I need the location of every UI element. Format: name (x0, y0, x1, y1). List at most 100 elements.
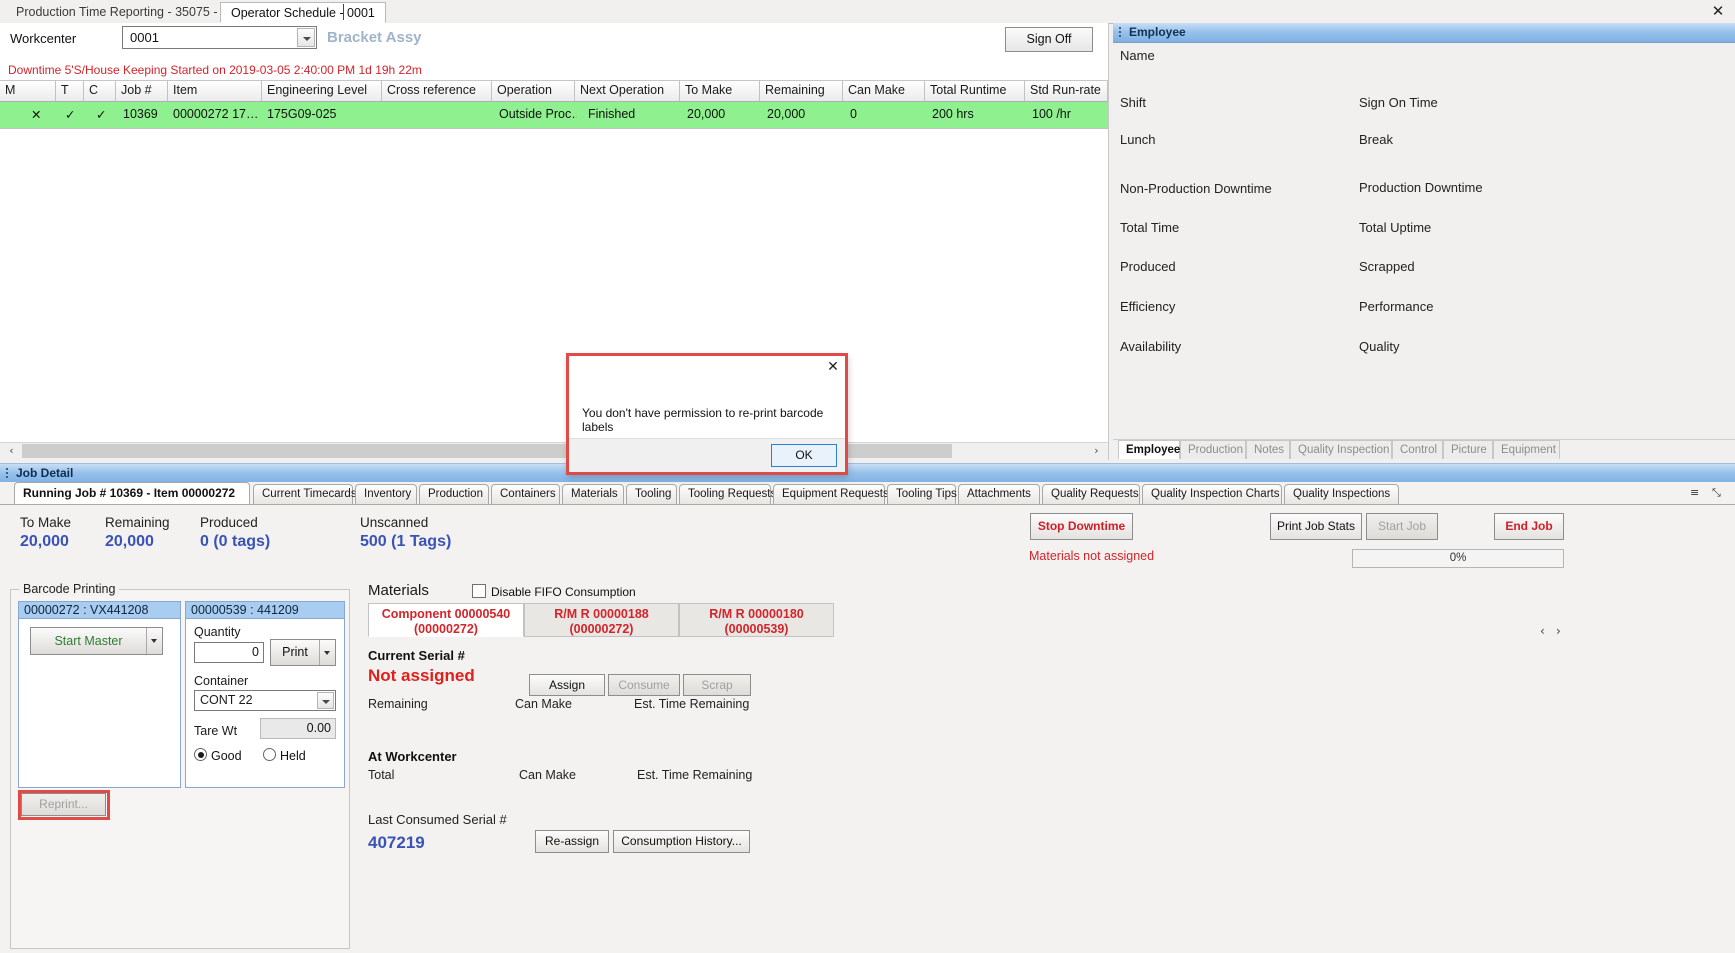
quantity-input[interactable]: 0 (194, 642, 264, 663)
tab-tooling-requests[interactable]: Tooling Requests (679, 484, 776, 504)
cell-remaining: 20,000 (767, 107, 806, 121)
tab-control[interactable]: Control (1392, 440, 1443, 459)
tab-production[interactable]: Production (1180, 440, 1246, 459)
workcenter-description: Bracket Assy (327, 29, 422, 46)
grid-col-cross-reference[interactable]: Cross reference (382, 81, 492, 101)
tab-quality-inspection-charts[interactable]: Quality Inspection Charts (1142, 484, 1282, 504)
tab-employee[interactable]: Employee (1118, 440, 1180, 459)
stat-unscanned: Unscanned 500 (1 Tags) (360, 515, 451, 551)
scroll-left-icon[interactable]: ‹ (3, 444, 20, 458)
consume-button: Consume (608, 674, 680, 696)
employee-field-performance: Performance (1359, 299, 1434, 314)
employee-panel: Employee Name Shift Lunch Non-Production… (1113, 23, 1735, 460)
tab-running-job[interactable]: Running Job # 10369 - Item 00000272 (14, 482, 250, 504)
grid-col-c[interactable]: C (84, 81, 116, 101)
cell-to-make: 20,000 (687, 107, 726, 121)
end-job-button[interactable]: End Job (1494, 513, 1564, 540)
tab-notes[interactable]: Notes (1246, 440, 1290, 459)
window-tabstrip: Production Time Reporting - 35075 - Curr… (0, 0, 1735, 24)
chevron-down-icon[interactable] (319, 640, 335, 665)
tab-expand-icon[interactable]: ⤡ (1712, 486, 1721, 500)
total-label: Total (368, 768, 395, 782)
tab-quality-requests[interactable]: Quality Requests (1042, 484, 1140, 504)
materials-prev-icon[interactable]: ‹ (1540, 624, 1545, 638)
tab-containers[interactable]: Containers (491, 484, 560, 504)
grid-col-to-make[interactable]: To Make (680, 81, 760, 101)
cell-std-run-rate: 100 /hr (1032, 107, 1071, 121)
window-tab-operator-schedule[interactable]: Operator Schedule - 0001 (220, 2, 386, 23)
grid-col-m[interactable]: M (0, 81, 56, 101)
tab-current-timecards[interactable]: Current Timecards (253, 484, 357, 504)
grid-col-std-run-rate[interactable]: Std Run-rate (1025, 81, 1108, 101)
chevron-down-icon[interactable] (317, 692, 334, 709)
materials-tab-rm-00000180[interactable]: R/M R 00000180 (00000539) (679, 603, 834, 637)
disable-fifo-label: Disable FIFO Consumption (491, 585, 636, 599)
employee-panel-header: Employee (1113, 23, 1735, 43)
grid-horizontal-scrollbar[interactable]: ‹ › (0, 442, 1108, 460)
workcenter-select[interactable]: 0001 (122, 26, 317, 49)
grid-col-job[interactable]: Job # (116, 81, 168, 101)
last-consumed-serial-label: Last Consumed Serial # (368, 812, 507, 827)
est-time-remaining-label: Est. Time Remaining (634, 697, 750, 711)
tab-production[interactable]: Production (419, 484, 489, 504)
close-icon[interactable]: ✕ (1707, 2, 1729, 20)
materials-tab-rm-00000188[interactable]: R/M R 00000188 (00000272) (524, 603, 679, 637)
employee-field-break: Break (1359, 132, 1393, 147)
stat-value: 500 (1 Tags) (360, 533, 452, 550)
tab-picture[interactable]: Picture (1443, 440, 1493, 459)
employee-panel-tabs: Employee Production Notes Quality Inspec… (1113, 439, 1735, 460)
materials-tab-component-00000540[interactable]: Component 00000540 (00000272) (368, 603, 524, 637)
dialog-close-icon[interactable]: ✕ (823, 359, 843, 377)
cell-item: 00000272 17… (173, 107, 259, 121)
chevron-down-icon[interactable] (297, 28, 315, 47)
barcode-card-left-header: 00000272 : VX441208 (19, 602, 180, 619)
employee-field-efficiency: Efficiency (1120, 299, 1176, 314)
print-job-stats-button[interactable]: Print Job Stats (1270, 513, 1362, 540)
tab-quality-inspection[interactable]: Quality Inspection (1290, 440, 1392, 459)
grid-col-t[interactable]: T (56, 81, 84, 101)
drag-grip-icon[interactable] (1119, 27, 1121, 38)
tab-tooling[interactable]: Tooling (626, 484, 677, 504)
grid-col-can-make[interactable]: Can Make (843, 81, 925, 101)
tab-overflow-menu-icon[interactable]: ≡ (1690, 486, 1699, 499)
assign-button[interactable]: Assign (529, 674, 605, 696)
tab-quality-inspections[interactable]: Quality Inspections (1284, 484, 1399, 504)
cell-next-operation: Finished (588, 107, 636, 121)
re-assign-button[interactable]: Re-assign (535, 830, 609, 853)
grid-col-item[interactable]: Item (168, 81, 262, 101)
tab-equipment-requests[interactable]: Equipment Requests (773, 484, 889, 504)
tab-tooling-tips[interactable]: Tooling Tips (887, 484, 957, 504)
chevron-down-icon[interactable] (146, 628, 162, 654)
tab-equipment[interactable]: Equipment (1493, 440, 1560, 459)
stat-value: 20,000 (105, 533, 154, 550)
grid-col-next-operation[interactable]: Next Operation (575, 81, 680, 101)
scroll-right-icon[interactable]: › (1088, 444, 1105, 458)
tab-materials[interactable]: Materials (562, 484, 624, 504)
dialog-ok-button[interactable]: OK (771, 444, 837, 467)
employee-field-production-downtime: Production Downtime (1359, 180, 1483, 195)
tab-inventory[interactable]: Inventory (355, 484, 417, 504)
grid-col-remaining[interactable]: Remaining (760, 81, 843, 101)
disable-fifo-checkbox[interactable]: Disable FIFO Consumption (472, 584, 636, 599)
print-label: Print (282, 645, 308, 659)
tare-wt-value: 0.00 (260, 718, 336, 739)
container-select[interactable]: CONT 22 (194, 690, 336, 711)
grid-col-operation[interactable]: Operation (492, 81, 575, 101)
radio-good[interactable]: Good (194, 748, 242, 763)
grid-col-total-runtime[interactable]: Total Runtime (925, 81, 1025, 101)
print-button[interactable]: Print (270, 639, 336, 666)
table-row[interactable]: ✕ ✓ ✓ 10369 00000272 17… 175G09-025 Outs… (0, 102, 1108, 129)
tare-wt-label: Tare Wt (194, 724, 238, 738)
materials-next-icon[interactable]: › (1556, 624, 1561, 638)
stop-downtime-button[interactable]: Stop Downtime (1030, 513, 1133, 540)
grid-col-engineering-level[interactable]: Engineering Level (262, 81, 382, 101)
window-tab-label: Operator Schedule - 0001 (231, 6, 375, 20)
grid-header-row: M T C Job # Item Engineering Level Cross… (0, 81, 1108, 102)
tab-attachments[interactable]: Attachments (958, 484, 1040, 504)
sign-off-button[interactable]: Sign Off (1005, 27, 1093, 52)
consumption-history-button[interactable]: Consumption History... (613, 830, 750, 853)
drag-grip-icon[interactable] (6, 468, 8, 479)
radio-held[interactable]: Held (263, 748, 306, 763)
start-master-button[interactable]: Start Master (30, 627, 163, 655)
reprint-button[interactable]: Reprint... (21, 793, 106, 816)
